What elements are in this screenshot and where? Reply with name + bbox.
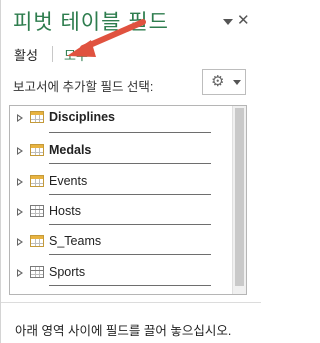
field-row[interactable]: Hosts	[10, 202, 232, 224]
field-label: S_Teams	[49, 234, 102, 248]
field-chooser-prompt: 보고서에 추가할 필드 선택:	[13, 80, 154, 94]
drag-hint: 아래 영역 사이에 필드를 끌어 놓으십시오.	[15, 324, 232, 338]
field-row[interactable]: Medals	[10, 141, 232, 163]
table-icon	[30, 266, 44, 278]
pivot-field-pane: 피벗 테이블 필드 ✕ 활성 모두 보고서에 추가할 필드 선택: ⚙ Disc…	[0, 0, 261, 343]
tab-active[interactable]: 활성	[14, 45, 38, 64]
field-label: Disciplines	[49, 110, 115, 124]
red-arrow-annotation	[67, 19, 146, 57]
field-divider	[49, 163, 211, 164]
table-icon	[30, 144, 44, 156]
expand-triangle-icon[interactable]	[17, 269, 23, 277]
table-icon	[30, 235, 44, 247]
scrollbar-thumb[interactable]	[235, 108, 244, 286]
field-label: Sports	[49, 265, 86, 279]
table-icon	[30, 175, 44, 187]
scrollbar[interactable]	[232, 106, 246, 294]
table-icon	[30, 205, 44, 217]
chevron-down-icon[interactable]	[223, 19, 233, 25]
field-divider	[49, 254, 211, 255]
expand-triangle-icon[interactable]	[17, 178, 23, 186]
field-row[interactable]: Events	[10, 172, 232, 194]
gear-icon: ⚙	[211, 73, 225, 90]
close-icon[interactable]: ✕	[237, 11, 250, 29]
field-divider	[49, 132, 211, 133]
expand-triangle-icon[interactable]	[17, 147, 23, 155]
expand-triangle-icon[interactable]	[17, 114, 23, 122]
expand-triangle-icon[interactable]	[17, 208, 23, 216]
expand-triangle-icon[interactable]	[17, 238, 23, 246]
field-row[interactable]: Sports	[10, 263, 232, 285]
field-label: Events	[49, 174, 88, 188]
field-label: Medals	[49, 143, 92, 157]
field-list: Disciplines Medals Events Hosts S_Teams	[9, 105, 247, 295]
table-icon	[30, 111, 44, 123]
field-label: Hosts	[49, 204, 81, 218]
field-divider	[49, 285, 211, 286]
settings-button[interactable]: ⚙	[202, 69, 246, 95]
field-row[interactable]: S_Teams	[10, 232, 232, 254]
field-row[interactable]: Disciplines	[10, 108, 232, 130]
field-divider	[49, 224, 211, 225]
field-divider	[49, 194, 211, 195]
tab-separator	[52, 46, 53, 62]
section-divider	[1, 302, 261, 303]
chevron-down-icon	[233, 80, 241, 85]
